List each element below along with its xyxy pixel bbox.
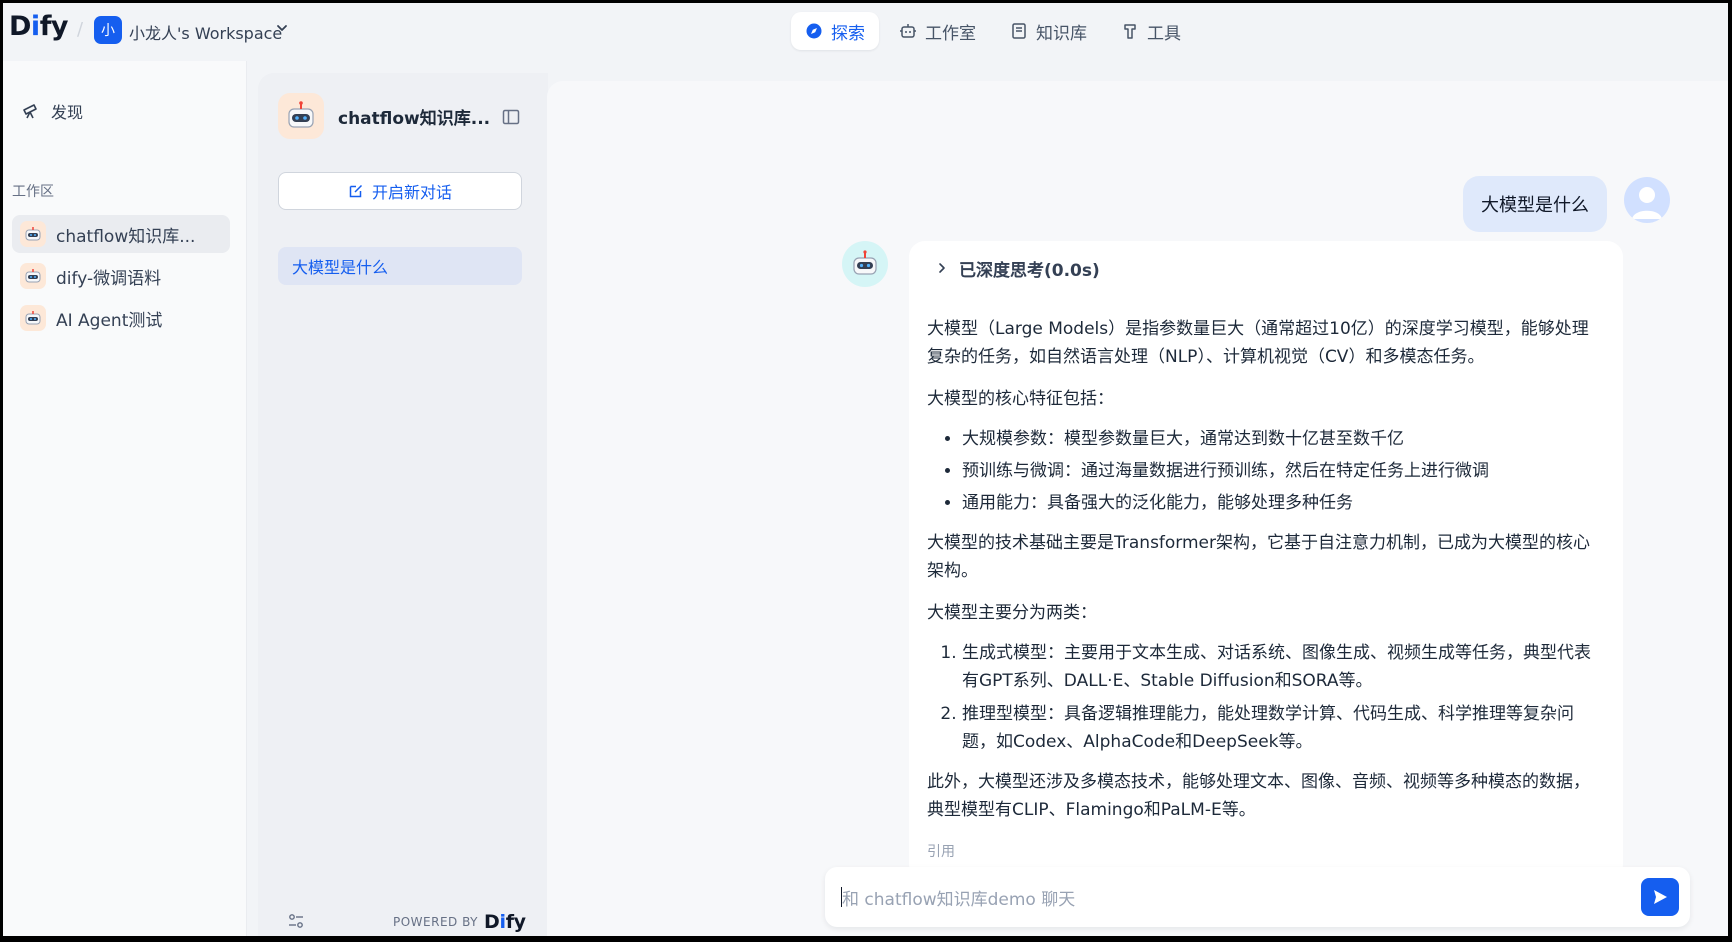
main-nav: 探索 工作室 知识库 工具 (791, 12, 1195, 50)
sidebar-app-label: chatflow知识库... (56, 226, 196, 247)
discover-label: 发现 (51, 103, 84, 122)
left-sidebar: 发现 工作区 chatflow知识库... dify-微调语料 AI Agent… (3, 61, 247, 936)
nav-studio-label: 工作室 (925, 23, 976, 44)
list-item: 生成式模型：主要用于文本生成、对话系统、图像生成、视频生成等任务，典型代表有GP… (962, 639, 1605, 695)
deep-thinking-toggle[interactable]: 已深度思考(0.0s) (935, 257, 1605, 281)
assistant-answer-card: 已深度思考(0.0s) 大模型（Large Models）是指参数量巨大（通常超… (909, 241, 1623, 881)
chevron-right-icon (939, 263, 945, 273)
app-header: chatflow知识库... (278, 93, 490, 139)
bot-avatar (842, 241, 888, 287)
list-item: 预训练与微调：通过海量数据进行预训练，然后在特定任务上进行微调 (962, 457, 1605, 485)
robot-icon (853, 250, 877, 275)
user-icon (1632, 187, 1662, 219)
nav-tools-label: 工具 (1147, 23, 1181, 44)
mini-logo-d: D (484, 911, 500, 933)
logo-text-fy: fy (39, 11, 69, 42)
new-chat-button[interactable]: 开启新对话 (278, 172, 522, 210)
app-window: Dify / 小 小龙人's Workspace 探索 工作室 知识库 工具 发… (3, 3, 1728, 936)
answer-paragraph: 大模型的核心特征包括： (927, 389, 1114, 409)
user-avatar[interactable] (1624, 177, 1670, 223)
nav-studio[interactable]: 工作室 (885, 12, 990, 50)
telescope-icon (23, 104, 37, 119)
list-item: 大规模参数：模型参数量巨大，通常达到数十亿甚至数千亿 (962, 425, 1605, 453)
list-item: 通用能力：具备强大的泛化能力，能够处理多种任务 (962, 489, 1605, 517)
thinking-label: 已深度思考(0.0s) (959, 260, 1100, 281)
user-message-bubble: 大模型是什么 (1463, 176, 1607, 232)
answer-paragraph: 此外，大模型还涉及多模态技术，能够处理文本、图像、音频、视频等多种模态的数据，典… (927, 772, 1590, 820)
workspace-section-label: 工作区 (12, 184, 54, 200)
powered-by: POWERED BY Dify (393, 911, 526, 933)
workspace-name[interactable]: 小龙人's Workspace (129, 20, 282, 44)
powered-by-text: POWERED BY (393, 915, 479, 929)
robot-avatar-icon (20, 305, 46, 331)
nav-knowledge-label: 知识库 (1036, 23, 1087, 44)
answer-paragraph: 大模型主要分为两类： (927, 603, 1097, 623)
chat-area: 大模型是什么 已深度思考(0.0s) 大模型（Large Models）是指参数… (547, 81, 1728, 936)
send-button[interactable] (1641, 878, 1679, 916)
chevron-down-icon[interactable] (275, 21, 289, 35)
answer-paragraph: 大模型的技术基础主要是Transformer架构，它基于自注意力机制，已成为大模… (927, 533, 1591, 581)
sidebar-app-label: AI Agent测试 (56, 310, 163, 331)
chat-input-box[interactable]: 和 chatflow知识库demo 聊天 (825, 867, 1690, 927)
nav-explore[interactable]: 探索 (791, 12, 879, 50)
answer-paragraph: 大模型（Large Models）是指参数量巨大（通常超过10亿）的深度学习模型… (927, 319, 1589, 367)
logo-text-i: i (30, 11, 40, 42)
text-caret (841, 887, 842, 907)
chat-input-placeholder[interactable]: 和 chatflow知识库demo 聊天 (842, 885, 1075, 910)
robot-icon (288, 101, 314, 128)
sidebar-app-item[interactable]: dify-微调语料 (12, 257, 230, 295)
new-chat-label: 开启新对话 (371, 183, 452, 202)
sidebar-app-label: dify-微调语料 (56, 268, 162, 289)
workspace-avatar[interactable]: 小 (94, 16, 122, 44)
sidebar-app-item[interactable]: AI Agent测试 (12, 299, 230, 337)
sidebar-app-item[interactable]: chatflow知识库... (12, 215, 230, 253)
category-list: 生成式模型：主要用于文本生成、对话系统、图像生成、视频生成等任务，典型代表有GP… (962, 639, 1605, 756)
logo-text-d: D (9, 11, 31, 42)
compass-icon (806, 23, 822, 39)
settings-sliders-icon[interactable] (286, 911, 306, 931)
conversation-item[interactable]: 大模型是什么 (278, 247, 522, 285)
app-title: chatflow知识库... (338, 108, 491, 129)
app-robot-avatar (278, 93, 324, 139)
mini-logo-fy: fy (505, 911, 526, 933)
nav-explore-label: 探索 (831, 23, 865, 44)
answer-body: 大模型（Large Models）是指参数量巨大（通常超过10亿）的深度学习模型… (927, 315, 1605, 866)
robot-avatar-icon (20, 263, 46, 289)
edit-icon (349, 184, 363, 198)
conversation-panel: chatflow知识库... 开启新对话 大模型是什么 POWERED BY D… (258, 73, 548, 936)
sidebar-item-discover[interactable]: 发现 (21, 99, 83, 123)
robot-icon (900, 24, 916, 38)
robot-avatar-icon (20, 221, 46, 247)
nav-tools[interactable]: 工具 (1107, 12, 1195, 50)
citation-label: 引用 (927, 844, 955, 860)
nav-knowledge[interactable]: 知识库 (996, 12, 1101, 50)
sidebar-collapse-icon[interactable] (501, 107, 521, 127)
dify-mini-logo: Dify (484, 911, 526, 933)
feature-list: 大规模参数：模型参数量巨大，通常达到数十亿甚至数千亿 预训练与微调：通过海量数据… (962, 425, 1605, 517)
top-bar: Dify / 小 小龙人's Workspace 探索 工作室 知识库 工具 (3, 3, 1728, 61)
dify-logo[interactable]: Dify (9, 11, 69, 42)
hammer-icon (1124, 24, 1136, 39)
breadcrumb-separator: / (77, 19, 84, 40)
send-icon (1654, 890, 1667, 904)
book-icon (1012, 23, 1026, 39)
list-item: 推理型模型：具备逻辑推理能力，能处理数学计算、代码生成、科学推理等复杂问题，如C… (962, 700, 1605, 756)
